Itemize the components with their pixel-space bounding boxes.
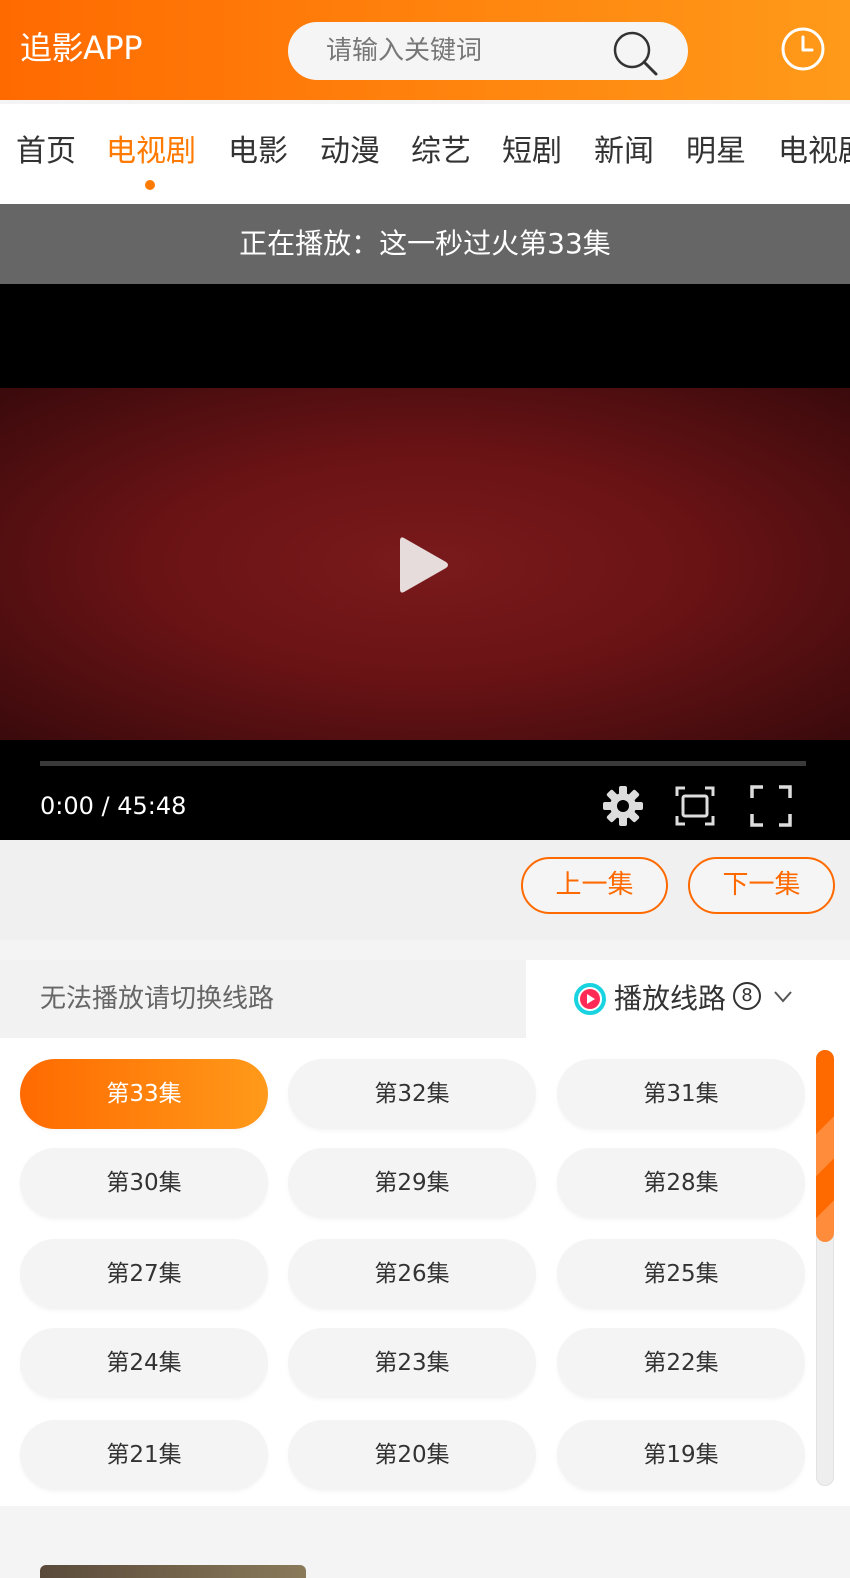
route-selector[interactable]: 播放线路 8	[526, 960, 850, 1038]
prev-episode-button[interactable]: 上一集	[521, 857, 668, 914]
episode-button[interactable]: 第24集	[20, 1328, 268, 1398]
episode-list-scrollbar[interactable]	[816, 1050, 834, 1486]
nav-item-movie[interactable]: 电影	[228, 132, 288, 172]
app-logo[interactable]: 追影APP	[20, 28, 143, 68]
episode-button[interactable]: 第26集	[288, 1239, 536, 1309]
episode-button[interactable]: 第28集	[557, 1148, 805, 1218]
play-icon[interactable]	[398, 534, 450, 596]
clock-icon[interactable]	[780, 26, 826, 72]
nav-item-variety[interactable]: 综艺	[411, 132, 471, 172]
progress-bar[interactable]	[40, 761, 806, 766]
episode-button[interactable]: 第29集	[288, 1148, 536, 1218]
episode-button[interactable]: 第19集	[557, 1420, 805, 1490]
video-frame[interactable]	[0, 388, 850, 740]
route-play-icon	[574, 983, 606, 1015]
episode-button[interactable]: 第32集	[288, 1059, 536, 1129]
nav-item-home[interactable]: 首页	[16, 132, 76, 172]
episode-button[interactable]: 第20集	[288, 1420, 536, 1490]
recommendation-thumbnail-edge	[40, 1565, 306, 1578]
video-player[interactable]: 0:00 / 45:48	[0, 284, 850, 840]
fullscreen-icon[interactable]	[749, 784, 793, 828]
search-icon[interactable]	[612, 30, 658, 76]
chevron-down-icon	[774, 991, 792, 1003]
episode-button[interactable]: 第31集	[557, 1059, 805, 1129]
time-display: 0:00 / 45:48	[40, 792, 187, 820]
route-label: 播放线路	[614, 982, 727, 1015]
nav-item-tv-2[interactable]: 电视剧	[778, 132, 850, 172]
episode-nav-bar: 上一集 下一集	[0, 840, 850, 940]
episode-button[interactable]: 第33集	[20, 1059, 268, 1129]
episode-list: 第33集 第32集 第31集第30集 第29集 第28集第27集 第26集 第25集第24集…	[0, 1038, 810, 1506]
now-playing-title: 正在播放：这一秒过火第33集	[0, 204, 850, 284]
nav-item-news[interactable]: 新闻	[594, 132, 654, 172]
app-header: 追影APP	[0, 0, 850, 100]
episode-button[interactable]: 第22集	[557, 1328, 805, 1398]
episode-button[interactable]: 第30集	[20, 1148, 268, 1218]
theater-mode-icon[interactable]	[673, 784, 717, 828]
nav-item-star[interactable]: 明星	[686, 132, 746, 172]
episode-panel: 无法播放请切换线路 播放线路 8 第33集 第32集 第31集第30集 第29集 第28…	[0, 960, 850, 1506]
gear-icon[interactable]	[601, 784, 645, 828]
nav-item-tv[interactable]: 电视剧	[106, 132, 196, 172]
nav-item-anime[interactable]: 动漫	[320, 132, 380, 172]
episode-button[interactable]: 第23集	[288, 1328, 536, 1398]
category-nav: 首页 电视剧 电影 动漫 综艺 短剧 新闻 明星 电视剧	[0, 104, 850, 204]
nav-active-indicator	[145, 180, 155, 190]
search-input[interactable]	[326, 22, 606, 80]
next-episode-button[interactable]: 下一集	[688, 857, 835, 914]
nav-item-short-drama[interactable]: 短剧	[502, 132, 562, 172]
route-count-badge: 8	[733, 982, 761, 1010]
episode-button[interactable]: 第27集	[20, 1239, 268, 1309]
route-tip: 无法播放请切换线路	[0, 960, 526, 1038]
scrollbar-thumb[interactable]	[816, 1050, 834, 1242]
episode-button[interactable]: 第21集	[20, 1420, 268, 1490]
episode-button[interactable]: 第25集	[557, 1239, 805, 1309]
